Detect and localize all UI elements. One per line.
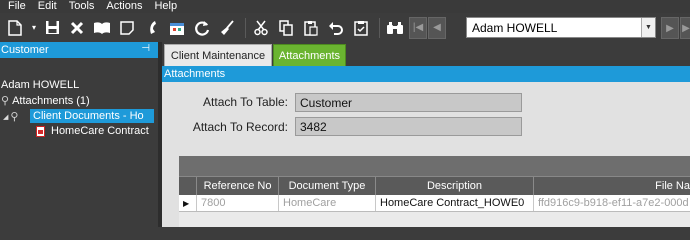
next-record-icon[interactable]: ▶	[661, 17, 679, 39]
attachments-grid: Reference No Document Type Description F…	[179, 156, 690, 227]
clipboard-icon[interactable]	[350, 17, 372, 39]
broom-icon[interactable]	[216, 17, 238, 39]
save-icon[interactable]	[41, 17, 63, 39]
dropdown-arrow-icon[interactable]: ▾	[29, 17, 39, 39]
row-indicator-icon: ▶	[179, 195, 197, 211]
phone-icon[interactable]	[141, 17, 163, 39]
paperclip-icon: ⚲	[1, 95, 10, 107]
column-header-description[interactable]: Description	[376, 177, 534, 195]
tree-item-label: Attachments (1)	[12, 94, 90, 107]
section-title: Attachments	[164, 68, 226, 80]
toolbar-separator	[379, 17, 380, 38]
tree-item-customer[interactable]: Adam HOWELL	[1, 79, 79, 91]
attach-to-table-label: Attach To Table:	[203, 95, 288, 109]
section-header: Attachments	[162, 66, 690, 82]
column-header-document-type[interactable]: Document Type	[279, 177, 376, 195]
grid-header-row: Reference No Document Type Description F…	[179, 176, 690, 195]
customer-panel-header: Customer ⊣	[0, 42, 158, 58]
chevron-down-icon[interactable]: ▼	[641, 18, 655, 37]
delete-icon[interactable]	[66, 17, 88, 39]
customer-tree-panel: Adam HOWELL ⚲ Attachments (1) ◢ ⚲ Client…	[0, 58, 158, 227]
main-content: Client Maintenance Attachments Attachmen…	[162, 42, 690, 227]
tab-attachments[interactable]: Attachments	[273, 44, 346, 66]
tree-item-folder-expander[interactable]: ◢ ⚲	[3, 110, 21, 123]
cell-description[interactable]: HomeCare Contract_HOWE0	[376, 195, 534, 211]
binoculars-icon[interactable]	[384, 17, 406, 39]
tree-item-label: Adam HOWELL	[1, 79, 80, 91]
attach-to-table-field: Customer	[295, 93, 522, 112]
toolbar-separator	[245, 17, 246, 38]
tree-item-attachments[interactable]: ⚲ Attachments (1)	[1, 94, 90, 108]
pin-icon[interactable]: ⊣	[141, 43, 150, 54]
last-record-icon[interactable]: ▶	[680, 17, 690, 39]
book-icon[interactable]	[91, 17, 113, 39]
menu-bar: File Edit Tools Actions Help	[0, 0, 690, 13]
column-header-file-name[interactable]: File Na	[534, 177, 690, 195]
cut-icon[interactable]	[250, 17, 272, 39]
menu-help[interactable]: Help	[154, 0, 177, 13]
customer-panel-title: Customer	[1, 44, 49, 56]
tree-item-homecare-contract[interactable]: HomeCare Contract	[36, 125, 149, 137]
first-record-icon[interactable]: |◀	[409, 16, 427, 39]
refresh-icon[interactable]	[191, 17, 213, 39]
menu-edit[interactable]: Edit	[38, 0, 57, 13]
cell-file-name[interactable]: ffd916c9-b918-ef11-a7e2-000d	[534, 195, 690, 211]
tab-label: Client Maintenance	[170, 49, 266, 62]
cell-reference-no[interactable]: 7800	[197, 195, 279, 211]
copy-icon[interactable]	[275, 17, 297, 39]
menu-file[interactable]: File	[8, 0, 26, 13]
paste-icon[interactable]	[300, 17, 322, 39]
calendar-icon[interactable]	[166, 17, 188, 39]
attach-to-record-field: 3482	[295, 117, 522, 136]
menu-actions[interactable]: Actions	[106, 0, 142, 13]
expand-triangle-icon[interactable]: ◢	[3, 113, 8, 121]
record-selector-value: Adam HOWELL	[472, 20, 558, 35]
record-selector[interactable]: Adam HOWELL ▼	[466, 17, 656, 38]
table-row[interactable]: ▶ 7800 HomeCare HomeCare Contract_HOWE0 …	[179, 195, 690, 212]
note-icon[interactable]	[116, 17, 138, 39]
tree-item-label: HomeCare Contract	[51, 125, 149, 137]
menu-tools[interactable]: Tools	[69, 0, 95, 13]
previous-record-icon[interactable]: ◀	[428, 16, 446, 39]
attach-to-record-label: Attach To Record:	[192, 120, 288, 134]
tab-label: Attachments	[278, 49, 341, 62]
pdf-file-icon	[36, 125, 45, 137]
new-document-icon[interactable]	[4, 17, 26, 39]
column-header-reference-no[interactable]: Reference No	[197, 177, 279, 195]
grid-indicator-header	[179, 177, 197, 195]
tab-strip: Client Maintenance Attachments	[162, 42, 690, 66]
tab-client-maintenance[interactable]: Client Maintenance	[164, 44, 272, 66]
tree-item-label: Client Documents - Ho	[33, 110, 144, 122]
undo-icon[interactable]	[325, 17, 347, 39]
cell-document-type[interactable]: HomeCare	[279, 195, 376, 211]
tree-item-client-documents[interactable]: Client Documents - Ho	[30, 109, 154, 123]
grid-group-panel	[179, 156, 690, 176]
paperclip-icon: ⚲	[10, 111, 19, 123]
